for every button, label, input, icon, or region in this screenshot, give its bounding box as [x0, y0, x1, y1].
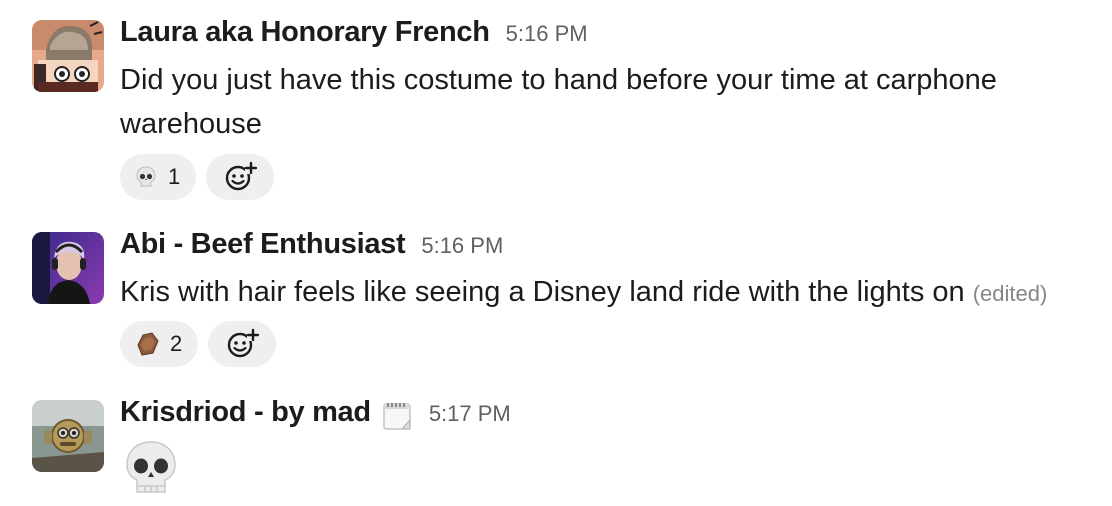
avatar[interactable] — [32, 400, 104, 472]
message-text: Did you just have this costume to hand b… — [120, 64, 997, 140]
author-name[interactable]: Krisdriod - by mad — [120, 396, 371, 429]
notepad-calendar-icon — [383, 403, 411, 430]
large-emoji-message — [122, 440, 180, 503]
timestamp[interactable]: 5:17 PM — [429, 401, 511, 427]
avatar[interactable] — [32, 232, 104, 304]
reaction-coffin[interactable]: 2 — [120, 321, 199, 367]
add-emoji-icon — [228, 328, 260, 358]
status-emoji[interactable] — [381, 400, 413, 432]
message-body: Kris with hair feels like seeing a Disne… — [120, 276, 965, 308]
reaction-count: 2 — [170, 331, 183, 356]
coffin-icon — [137, 332, 159, 356]
message-text: Kris with hair feels like seeing a Disne… — [120, 270, 1100, 316]
add-reaction-button[interactable] — [206, 154, 275, 200]
edited-label: (edited) — [972, 281, 1048, 306]
reaction-skull[interactable]: 1 — [120, 154, 197, 200]
add-reaction-button[interactable] — [208, 321, 277, 367]
photo-avatar-icon — [32, 232, 104, 304]
reactions-bar: 2 — [120, 321, 277, 367]
timestamp[interactable]: 5:16 PM — [506, 21, 588, 47]
reaction-count: 1 — [168, 164, 181, 189]
timestamp[interactable]: 5:16 PM — [421, 233, 503, 259]
robot-avatar-icon — [32, 400, 104, 472]
skull-icon — [136, 166, 156, 187]
reactions-bar: 1 — [120, 154, 275, 200]
skull-icon — [126, 441, 176, 493]
author-name[interactable]: Laura aka Honorary French — [120, 16, 490, 49]
avatar[interactable] — [32, 20, 104, 92]
add-emoji-icon — [226, 161, 258, 191]
author-name[interactable]: Abi - Beef Enthusiast — [120, 228, 406, 261]
cartoon-kid-icon — [32, 20, 104, 92]
